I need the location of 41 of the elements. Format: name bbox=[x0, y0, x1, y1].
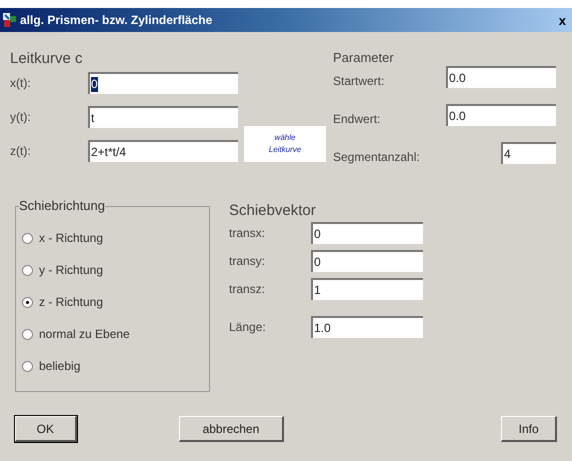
field-label: Startwert: bbox=[333, 73, 384, 90]
radio-label[interactable]: x - Richtung bbox=[39, 229, 104, 247]
text-field[interactable]: 1.0 bbox=[311, 316, 423, 338]
radio-button[interactable] bbox=[22, 296, 33, 308]
close-button[interactable]: x bbox=[558, 14, 566, 26]
text-field[interactable]: t bbox=[88, 106, 238, 128]
text-field[interactable]: 0 bbox=[311, 250, 423, 272]
choose-curve-button[interactable]: wähle Leitkurve bbox=[244, 126, 326, 162]
field-label: transy: bbox=[229, 253, 266, 270]
field-label: Endwert: bbox=[333, 111, 380, 128]
group-title: Schiebrichtung bbox=[19, 198, 105, 214]
radio-label[interactable]: z - Richtung bbox=[39, 293, 104, 311]
text-field[interactable]: 0.0 bbox=[446, 66, 556, 88]
field-label: x(t): bbox=[10, 75, 32, 92]
text-field[interactable]: 0 bbox=[88, 72, 238, 94]
section-title: Schiebvektor bbox=[229, 201, 317, 220]
text-field[interactable]: 0.0 bbox=[446, 104, 556, 126]
radio-button[interactable] bbox=[22, 264, 33, 276]
text-field[interactable]: 2+t*t/4 bbox=[88, 140, 238, 162]
radio-button[interactable] bbox=[22, 360, 33, 372]
field-label: Länge: bbox=[229, 319, 267, 336]
text-field[interactable]: 0 bbox=[311, 222, 423, 244]
radio-button[interactable] bbox=[22, 328, 33, 340]
dialog-button[interactable]: Info bbox=[501, 416, 557, 442]
radio-button[interactable] bbox=[22, 232, 33, 244]
section-title: Leitkurve c bbox=[10, 49, 84, 68]
radio-label[interactable]: y - Richtung bbox=[39, 261, 104, 279]
text-field[interactable]: 1 bbox=[311, 278, 423, 300]
field-label: Segmentanzahl: bbox=[333, 149, 420, 166]
window-title: allg. Prismen- bzw. Zylinderfläche bbox=[20, 12, 212, 29]
radio-label[interactable]: beliebig bbox=[39, 357, 80, 375]
text-field[interactable]: 4 bbox=[501, 142, 556, 164]
dialog-button[interactable]: abbrechen bbox=[178, 416, 284, 442]
app-icon bbox=[2, 12, 18, 28]
radio-label[interactable]: normal zu Ebene bbox=[39, 325, 130, 343]
section-title: Parameter bbox=[333, 49, 395, 67]
field-label: z(t): bbox=[10, 143, 32, 160]
field-label: transx: bbox=[229, 225, 266, 242]
dialog-button[interactable]: OK bbox=[15, 416, 77, 442]
field-label: y(t): bbox=[10, 109, 32, 126]
field-label: transz: bbox=[229, 281, 266, 298]
